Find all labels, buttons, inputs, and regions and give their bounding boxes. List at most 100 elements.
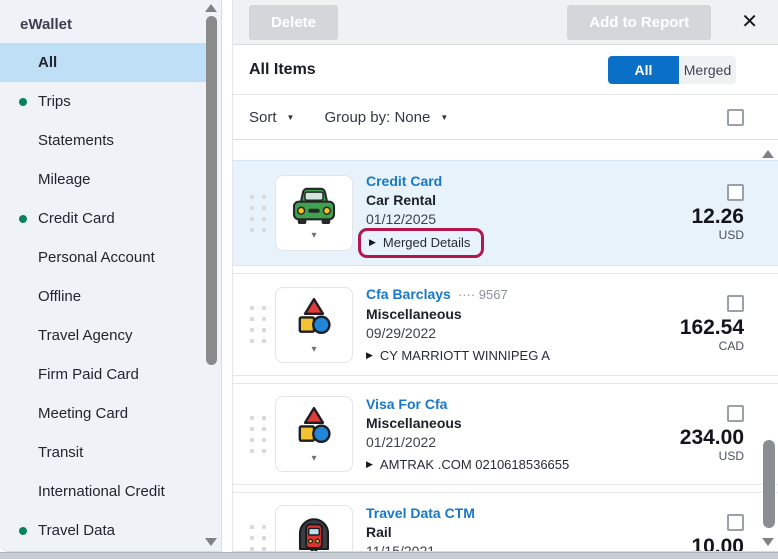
item-card-number: ···· 9567 — [458, 286, 508, 304]
item-name-link[interactable]: Credit Card — [366, 172, 442, 190]
sidebar-item[interactable]: Personal Account — [0, 238, 221, 277]
list-scroll-down-icon[interactable] — [762, 538, 774, 546]
item-detail-label: AMTRAK .COM 0210618536655 — [380, 456, 569, 473]
sidebar-scroll-down-icon[interactable] — [205, 538, 217, 546]
item-right-column: 162.54 CAD — [680, 295, 744, 354]
item-category: Miscellaneous — [366, 305, 680, 323]
chevron-down-icon: ▼ — [440, 113, 448, 122]
group-by-label: Group by: None — [324, 109, 430, 126]
sidebar-scroll-up-icon[interactable] — [205, 4, 217, 12]
item-category: Miscellaneous — [366, 414, 680, 432]
item-amount: 162.54 — [680, 317, 744, 339]
sidebar-item-label: All — [38, 54, 57, 71]
sidebar-item[interactable]: Transit — [0, 433, 221, 472]
sidebar-item[interactable]: Trips — [0, 82, 221, 121]
toolbar: Delete Add to Report ✕ — [233, 0, 778, 45]
toggle-all-button[interactable]: All — [608, 56, 679, 84]
sidebar-item-label: Credit Card — [38, 210, 115, 227]
item-type-card[interactable]: ▾ — [275, 396, 353, 472]
sidebar-scrollbar-thumb[interactable] — [206, 16, 217, 365]
horizontal-scrollbar-track[interactable] — [0, 552, 778, 559]
item-amount: 12.26 — [691, 206, 744, 228]
active-status-dot — [19, 527, 27, 535]
item-checkbox[interactable] — [727, 184, 744, 201]
item-checkbox[interactable] — [727, 295, 744, 312]
wallet-item-row[interactable]: ▾ Cfa Barclays ···· 9567 Miscellaneous 0… — [233, 273, 778, 376]
toggle-merged-button[interactable]: Merged — [679, 56, 736, 84]
header-row: All Items All Merged — [233, 45, 778, 95]
item-text-block: Credit Card Car Rental 01/12/2025 ▶ Merg… — [366, 172, 691, 254]
card-shapes-icon — [292, 295, 336, 339]
item-type-card[interactable]: ▾ — [275, 287, 353, 363]
sidebar-item[interactable]: Mileage — [0, 160, 221, 199]
item-checkbox[interactable] — [727, 514, 744, 531]
item-type-card[interactable]: ▾ — [275, 505, 353, 552]
active-status-dot — [19, 98, 27, 106]
filter-row: Sort ▼ Group by: None ▼ — [233, 95, 778, 140]
item-type-card[interactable]: ▾ — [275, 175, 353, 251]
sidebar-item[interactable]: Credit Card — [0, 199, 221, 238]
list-scrollbar-thumb[interactable] — [763, 440, 775, 528]
page-title: All Items — [249, 61, 316, 79]
drag-handle-icon[interactable] — [250, 416, 266, 453]
item-name-link[interactable]: Visa For Cfa — [366, 395, 447, 413]
wallet-item-row[interactable]: ▾ Credit Card Car Rental 01/12/2025 ▶ Me… — [233, 160, 778, 266]
drag-handle-icon[interactable] — [250, 525, 266, 553]
item-text-block: Cfa Barclays ···· 9567 Miscellaneous 09/… — [366, 285, 680, 364]
add-to-report-button[interactable]: Add to Report — [567, 5, 711, 40]
item-date: 11/15/2021 — [366, 542, 691, 552]
sort-dropdown[interactable]: Sort ▼ — [249, 109, 294, 126]
sidebar-item-label: Meeting Card — [38, 405, 128, 422]
sidebar: eWallet All Trips Statements Mileage Cre… — [0, 0, 222, 552]
sidebar-item[interactable]: Offline — [0, 277, 221, 316]
item-name-link[interactable]: Cfa Barclays — [366, 285, 451, 303]
expand-arrow-icon: ▶ — [366, 351, 373, 360]
drag-handle-icon[interactable] — [250, 195, 266, 232]
sidebar-item[interactable]: Statements — [0, 121, 221, 160]
expand-arrow-icon: ▶ — [369, 238, 376, 247]
sidebar-item-label: International Credit — [38, 483, 165, 500]
list-scroll-up-icon[interactable] — [762, 150, 774, 158]
sidebar-item[interactable]: Meeting Card — [0, 394, 221, 433]
item-amount: 10.00 — [691, 536, 744, 553]
item-text-block: Travel Data CTM Rail 11/15/2021 ▶ Enterp… — [366, 504, 691, 552]
item-detail-expander[interactable]: ▶ Merged Details — [358, 228, 484, 258]
item-right-column: 12.26 USD — [691, 184, 744, 243]
expand-arrow-icon: ▶ — [366, 460, 373, 469]
sidebar-item-label: Mileage — [38, 171, 91, 188]
sidebar-item[interactable]: All — [0, 43, 217, 82]
item-date: 09/29/2022 — [366, 324, 680, 342]
item-currency: CAD — [719, 339, 744, 354]
sidebar-item[interactable]: Travel Data — [0, 511, 221, 550]
sidebar-item-label: Travel Agency — [38, 327, 133, 344]
item-detail-label: CY MARRIOTT WINNIPEG A — [380, 347, 550, 364]
item-name-link[interactable]: Travel Data CTM — [366, 504, 475, 522]
item-category: Car Rental — [366, 191, 691, 209]
item-detail-expander[interactable]: ▶ CY MARRIOTT WINNIPEG A — [366, 347, 550, 364]
item-currency: USD — [719, 228, 744, 243]
group-by-dropdown[interactable]: Group by: None ▼ — [324, 109, 448, 126]
close-icon[interactable]: ✕ — [741, 12, 758, 32]
item-currency: USD — [719, 449, 744, 464]
item-right-column: 10.00 USD — [691, 514, 744, 553]
sidebar-item-label: Offline — [38, 288, 81, 305]
select-all-checkbox[interactable] — [727, 109, 744, 126]
wallet-item-row[interactable]: ▾ Travel Data CTM Rail 11/15/2021 ▶ Ente… — [233, 492, 778, 552]
sidebar-item[interactable]: Firm Paid Card — [0, 355, 221, 394]
chevron-down-icon[interactable]: ▾ — [311, 231, 316, 241]
chevron-down-icon[interactable]: ▾ — [311, 345, 316, 355]
sidebar-item[interactable]: Travel Agency — [0, 316, 221, 355]
delete-button[interactable]: Delete — [249, 5, 338, 40]
item-type-icon-slot — [291, 185, 337, 230]
item-checkbox[interactable] — [727, 405, 744, 422]
wallet-item-row[interactable]: ▾ Visa For Cfa Miscellaneous 01/21/2022 … — [233, 383, 778, 485]
drag-handle-icon[interactable] — [250, 306, 266, 343]
main-panel: Delete Add to Report ✕ All Items All Mer… — [232, 0, 778, 552]
sort-label: Sort — [249, 109, 277, 126]
chevron-down-icon[interactable]: ▾ — [311, 454, 316, 464]
sidebar-item-label: Statements — [38, 132, 114, 149]
sidebar-nav: All Trips Statements Mileage Credit Card… — [0, 43, 221, 550]
item-detail-expander[interactable]: ▶ AMTRAK .COM 0210618536655 — [366, 456, 569, 473]
all-merged-toggle: All Merged — [608, 56, 736, 84]
sidebar-item[interactable]: International Credit — [0, 472, 221, 511]
